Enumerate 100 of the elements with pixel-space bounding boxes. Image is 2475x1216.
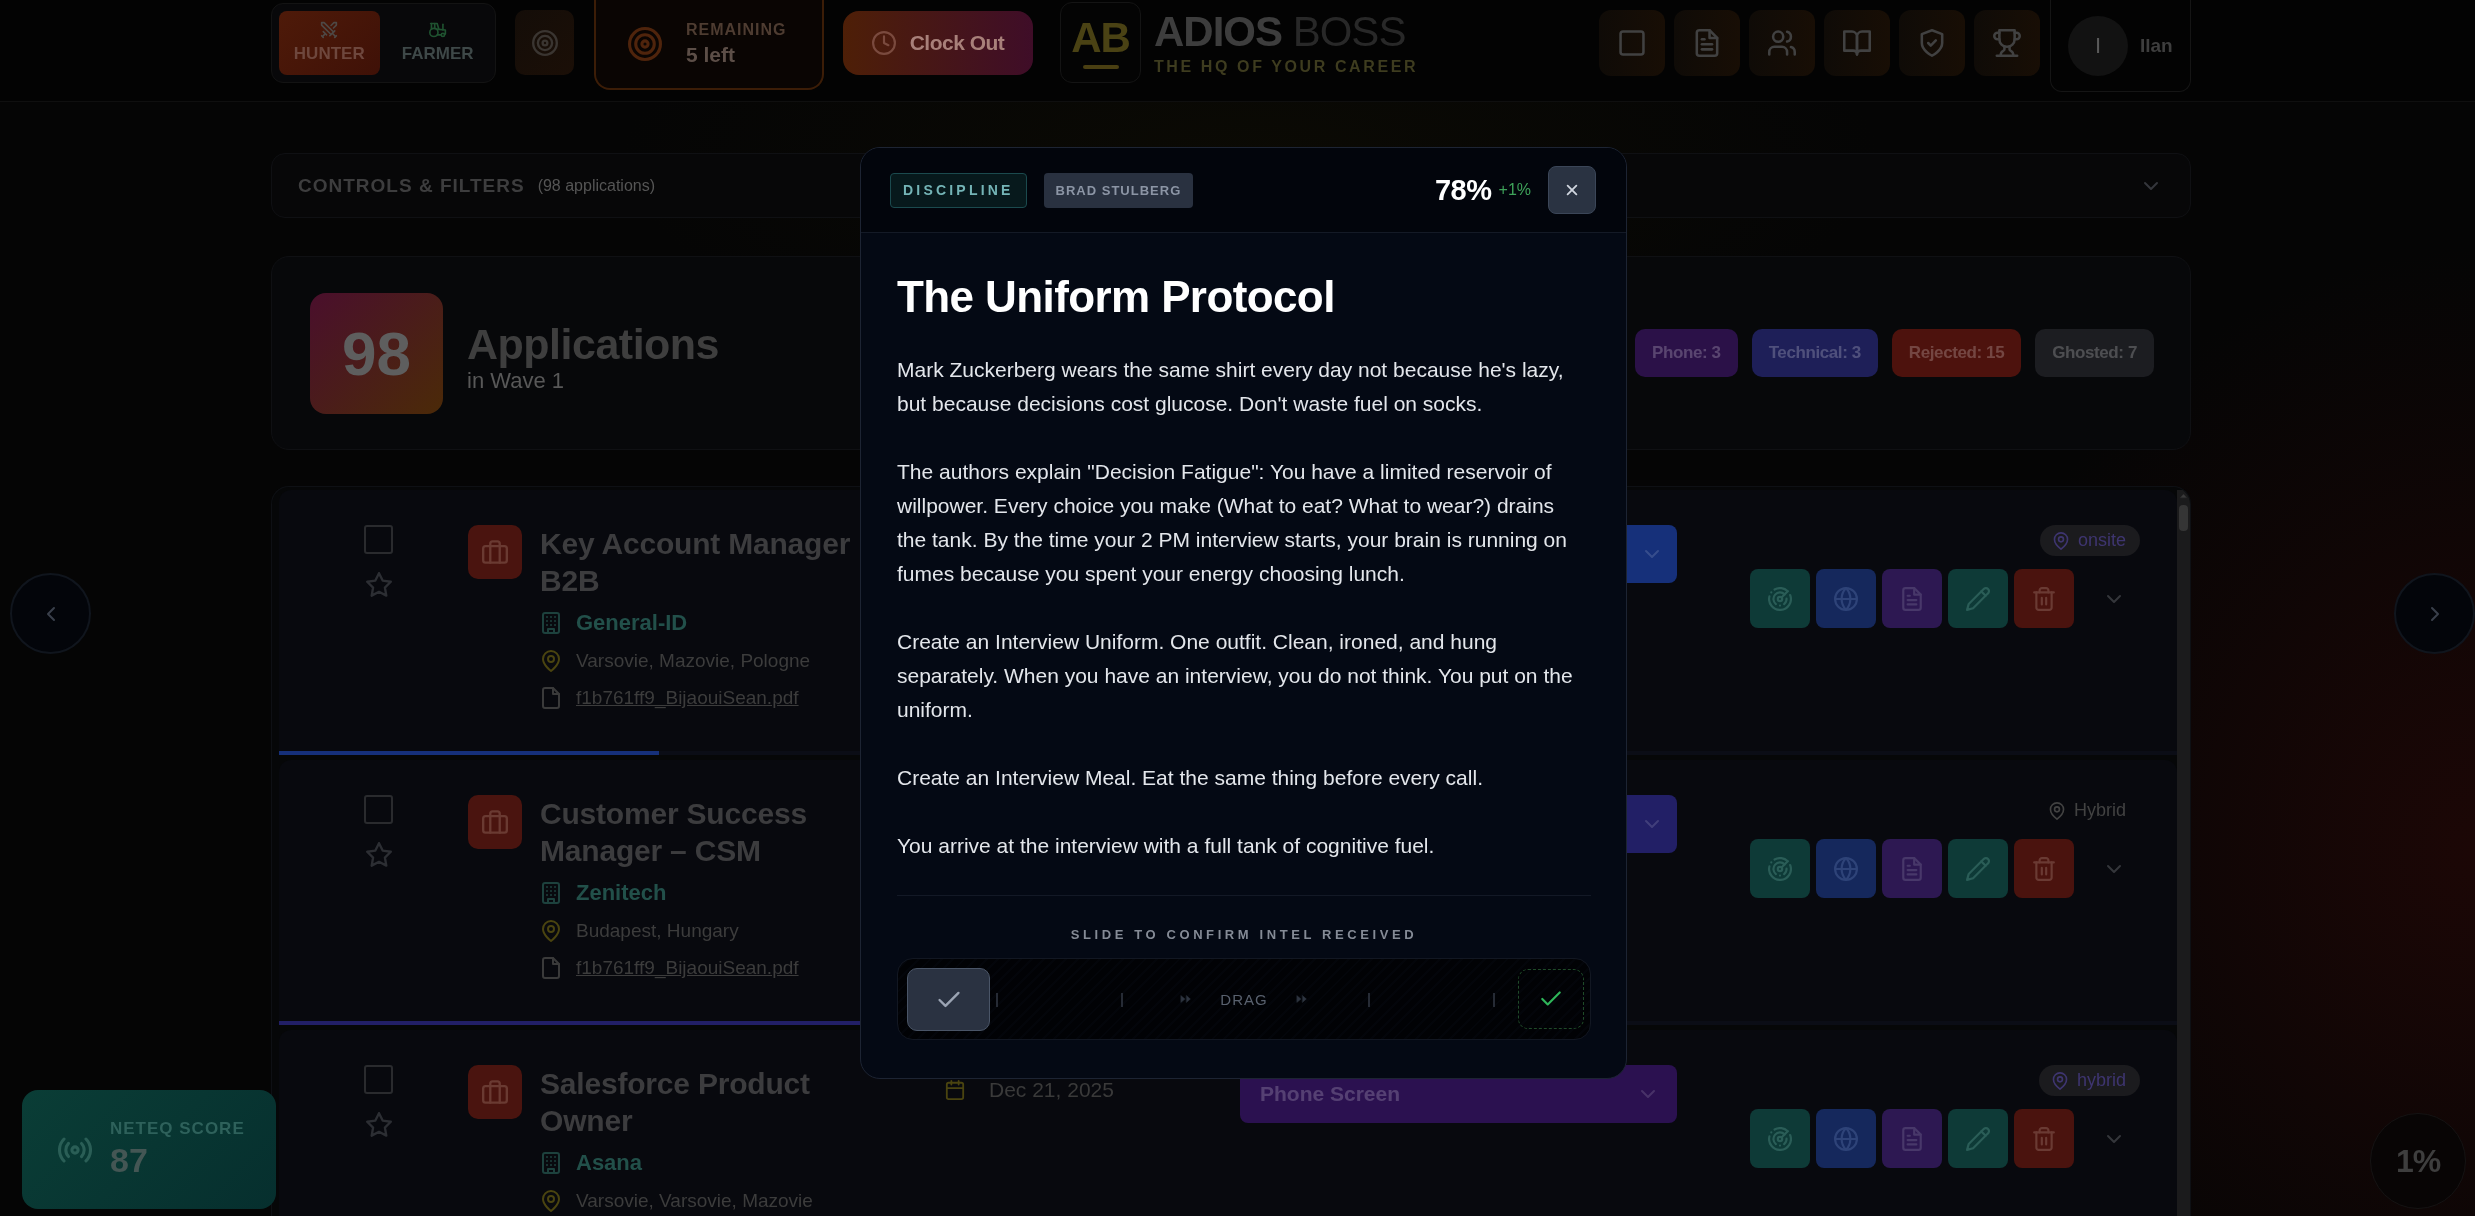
map-pin-icon bbox=[540, 1190, 562, 1212]
slider-label: SLIDE TO CONFIRM INTEL RECEIVED bbox=[1069, 927, 1419, 943]
radar-button[interactable] bbox=[1750, 1109, 1810, 1168]
modal-title: The Uniform Protocol bbox=[897, 271, 1336, 323]
scrollbar[interactable] bbox=[2177, 490, 2190, 1216]
target-icon bbox=[628, 27, 662, 61]
trash-icon bbox=[2032, 1126, 2056, 1151]
square-button[interactable] bbox=[1599, 9, 1665, 76]
trophy-button[interactable] bbox=[1974, 9, 2040, 76]
users-icon bbox=[1768, 28, 1796, 57]
close-button[interactable] bbox=[1548, 166, 1596, 214]
count-tile: 98 bbox=[310, 292, 443, 414]
star-icon[interactable] bbox=[365, 842, 392, 868]
progress-badge: 1% bbox=[2370, 1113, 2466, 1209]
score-percent: 78% bbox=[1435, 173, 1492, 207]
avatar: I bbox=[2068, 15, 2128, 76]
map-pin-icon bbox=[540, 650, 562, 672]
trophy-icon bbox=[1993, 28, 2021, 57]
crossed-swords-icon bbox=[320, 21, 339, 39]
status-dropdown[interactable] bbox=[1627, 795, 1677, 853]
building-icon bbox=[540, 1152, 562, 1174]
map-pin-icon bbox=[2050, 1071, 2069, 1090]
document-icon bbox=[1900, 1126, 1924, 1151]
globe-button[interactable] bbox=[1816, 1109, 1876, 1168]
summary-subtitle: in Wave 1 bbox=[467, 368, 565, 394]
radar-icon bbox=[1768, 856, 1792, 881]
document-button[interactable] bbox=[1882, 569, 1942, 628]
user-card[interactable]: I Ilan bbox=[2050, 0, 2191, 92]
globe-button[interactable] bbox=[1816, 569, 1876, 628]
file-icon bbox=[540, 957, 562, 979]
clock-icon bbox=[871, 30, 896, 55]
document-button[interactable] bbox=[1882, 839, 1942, 898]
company-name: Zenitech bbox=[576, 880, 667, 906]
work-mode-text: onsite bbox=[2077, 530, 2126, 551]
target-icon bbox=[531, 29, 558, 56]
drag-hint: DRAG bbox=[1220, 990, 1268, 1008]
body-paragraph: Mark Zuckerberg wears the same shirt every day not because he's lazy, but because decisions cost glucose. Don't waste fuel on socks. bbox=[897, 357, 1565, 417]
delete-button[interactable] bbox=[2014, 839, 2074, 898]
delete-button[interactable] bbox=[2014, 1109, 2074, 1168]
briefcase-icon bbox=[468, 795, 522, 849]
users-button[interactable] bbox=[1749, 9, 1815, 76]
mode-tab[interactable]: FARMER bbox=[387, 10, 488, 75]
slider-track[interactable]: DRAG bbox=[897, 958, 1591, 1040]
shield-button[interactable] bbox=[1899, 9, 1965, 76]
logo-letters: AB bbox=[1071, 16, 1130, 59]
remaining-label: REMAINING bbox=[686, 21, 787, 39]
briefcase-icon bbox=[468, 1065, 522, 1119]
slider-thumb[interactable] bbox=[907, 968, 990, 1031]
scroll-up-icon bbox=[2179, 492, 2188, 500]
remaining-value: 5 left bbox=[686, 43, 736, 67]
document-button[interactable] bbox=[1882, 1109, 1942, 1168]
edit-button[interactable] bbox=[1948, 1109, 2008, 1168]
document-icon bbox=[1900, 586, 1924, 611]
double-arrow-icon bbox=[1180, 993, 1193, 1005]
tag: DISCIPLINE bbox=[890, 172, 1027, 208]
checkbox[interactable] bbox=[364, 525, 393, 554]
map-pin-icon bbox=[540, 920, 562, 942]
document-icon bbox=[1900, 856, 1924, 881]
score-delta: +1% bbox=[1498, 181, 1531, 199]
globe-icon bbox=[1834, 586, 1858, 611]
edit-button[interactable] bbox=[1948, 839, 2008, 898]
scrollbar-thumb[interactable] bbox=[2179, 505, 2188, 531]
check-target-icon bbox=[1518, 969, 1584, 1029]
globe-button[interactable] bbox=[1816, 839, 1876, 898]
company-name: Asana bbox=[576, 1150, 643, 1176]
star-icon[interactable] bbox=[365, 1112, 392, 1138]
map-pin-icon bbox=[2051, 531, 2070, 550]
square-icon bbox=[1618, 28, 1646, 57]
document-icon bbox=[1693, 28, 1721, 57]
star-icon[interactable] bbox=[365, 572, 392, 598]
open-book-icon bbox=[1843, 28, 1871, 57]
tractor-icon bbox=[428, 21, 447, 39]
body-paragraph: The authors explain "Decision Fatigue": You have a limited reservoir of willpower. Every choice you make (What to eat? What to wear?) drains the tank. By the time your 2 PM interview starts, your brain is running on fumes because you spent your energy choosing lunch. bbox=[897, 459, 1568, 587]
radar-icon bbox=[1768, 1126, 1792, 1151]
globe-icon bbox=[1834, 1126, 1858, 1151]
clock-out-button[interactable]: Clock Out bbox=[843, 10, 1033, 75]
pencil-icon bbox=[1966, 856, 1990, 881]
checkbox[interactable] bbox=[364, 1065, 393, 1094]
building-icon bbox=[540, 882, 562, 904]
shield-check-icon bbox=[1918, 28, 1946, 57]
map-pin-icon bbox=[2048, 801, 2066, 820]
tag: BRAD STULBERG bbox=[1043, 172, 1194, 208]
edit-button[interactable] bbox=[1948, 569, 2008, 628]
radar-button[interactable] bbox=[1750, 569, 1810, 628]
briefcase-icon bbox=[468, 525, 522, 579]
checkbox[interactable] bbox=[364, 795, 393, 824]
trash-icon bbox=[2032, 586, 2056, 611]
score-value: 87 bbox=[110, 1141, 149, 1180]
radar-button[interactable] bbox=[1750, 839, 1810, 898]
status-dropdown[interactable] bbox=[1627, 525, 1677, 583]
work-mode-text: hybrid bbox=[2076, 1070, 2126, 1091]
book-button[interactable] bbox=[1824, 9, 1890, 76]
work-mode-text: Hybrid bbox=[2074, 800, 2126, 821]
document-button[interactable] bbox=[1674, 9, 1740, 76]
globe-icon bbox=[1834, 856, 1858, 881]
file-icon bbox=[540, 687, 562, 709]
target-button[interactable] bbox=[515, 10, 574, 75]
delete-button[interactable] bbox=[2014, 569, 2074, 628]
body-paragraph: Create an Interview Meal. Eat the same thing before every call. bbox=[897, 765, 1484, 791]
double-arrow-icon bbox=[1295, 993, 1308, 1005]
